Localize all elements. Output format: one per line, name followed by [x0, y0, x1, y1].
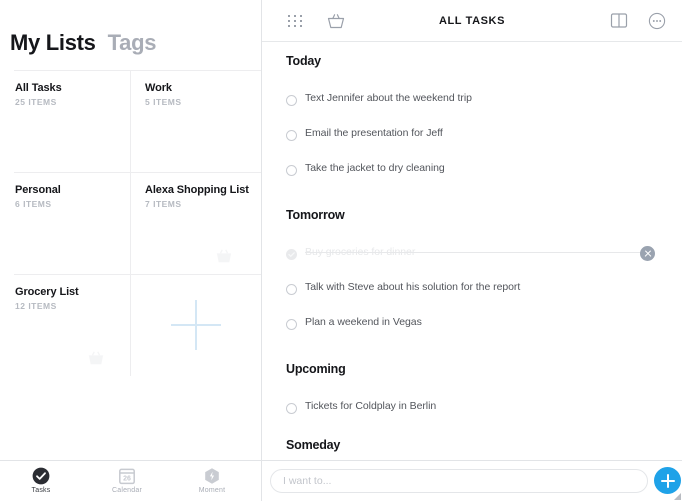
basket-icon: [88, 351, 104, 365]
list-count: 7 ITEMS: [145, 199, 182, 209]
task-label: Email the presentation for Jeff: [305, 127, 443, 139]
list-count: 5 ITEMS: [145, 97, 182, 107]
task-label: Tickets for Coldplay in Berlin: [305, 400, 437, 412]
list-cell-personal[interactable]: Personal 6 ITEMS: [1, 172, 131, 274]
task-row[interactable]: Take the jacket to dry cleaning: [262, 157, 682, 187]
tab-moment[interactable]: Moment: [177, 465, 247, 499]
task-label: Take the jacket to dry cleaning: [305, 162, 445, 174]
task-checkbox[interactable]: [286, 319, 297, 330]
task-label: Text Jennifer about the weekend trip: [305, 92, 472, 104]
list-count: 6 ITEMS: [15, 199, 52, 209]
plus-icon: [171, 324, 221, 326]
list-cell-all-tasks[interactable]: All Tasks 25 ITEMS: [1, 70, 131, 172]
task-row[interactable]: Plan a weekend in Vegas: [262, 311, 682, 341]
task-checkbox[interactable]: [286, 95, 297, 106]
section-header-today: Today: [286, 54, 321, 68]
task-label: Plan a weekend in Vegas: [305, 316, 422, 328]
task-strikethrough: [305, 252, 649, 253]
list-title: Grocery List: [15, 286, 79, 298]
section-header-tomorrow: Tomorrow: [286, 208, 345, 222]
more-options-icon[interactable]: [648, 12, 670, 30]
tab-label: Moment: [198, 487, 226, 494]
list-cell-alexa-shopping-list[interactable]: Alexa Shopping List 7 ITEMS: [131, 172, 261, 274]
tab-my-lists[interactable]: My Lists: [10, 29, 96, 57]
tab-tags[interactable]: Tags: [108, 29, 157, 57]
task-checkbox[interactable]: [286, 249, 297, 260]
section-header-upcoming: Upcoming: [286, 362, 346, 376]
sidebar-header: My Lists Tags: [10, 29, 156, 57]
add-list-button[interactable]: [131, 274, 261, 376]
basket-icon: [216, 249, 232, 263]
list-count: 12 ITEMS: [15, 301, 57, 311]
task-checkbox[interactable]: [286, 403, 297, 414]
app-window: My Lists Tags All Tasks 25 ITEMS Work 5 …: [0, 0, 682, 501]
calendar-icon: 26: [119, 468, 135, 485]
task-list: Today Text Jennifer about the weekend tr…: [262, 42, 682, 460]
check-circle-icon: [32, 467, 50, 485]
toolbar: ALL TASKS: [262, 0, 682, 41]
bottom-tab-bar: Tasks 26 Calendar Moment: [0, 461, 261, 501]
resize-grip[interactable]: [674, 493, 681, 500]
task-checkbox[interactable]: [286, 284, 297, 295]
plus-icon: [660, 479, 675, 482]
tab-calendar[interactable]: 26 Calendar: [92, 465, 162, 499]
split-view-icon[interactable]: [610, 12, 632, 30]
list-cell-grocery-list[interactable]: Grocery List 12 ITEMS: [1, 274, 131, 376]
new-task-input[interactable]: [270, 469, 648, 493]
task-row[interactable]: Text Jennifer about the weekend trip: [262, 87, 682, 117]
section-header-someday: Someday: [286, 438, 341, 452]
list-title: Work: [145, 82, 172, 94]
grid-view-icon[interactable]: [286, 12, 308, 30]
tab-label: Calendar: [111, 487, 142, 494]
task-row[interactable]: Talk with Steve about his solution for t…: [262, 276, 682, 306]
basket-icon[interactable]: [326, 12, 348, 30]
delete-task-button[interactable]: [640, 246, 655, 261]
task-label: Talk with Steve about his solution for t…: [305, 281, 521, 293]
list-count: 25 ITEMS: [15, 97, 57, 107]
task-checkbox[interactable]: [286, 165, 297, 176]
tab-label: Tasks: [31, 487, 51, 494]
task-composer: [262, 461, 682, 501]
list-cell-work[interactable]: Work 5 ITEMS: [131, 70, 261, 172]
lists-sidebar: My Lists Tags All Tasks 25 ITEMS Work 5 …: [0, 0, 261, 460]
task-row[interactable]: Buy groceries for dinner: [262, 241, 682, 271]
svg-text:26: 26: [123, 476, 131, 483]
task-row[interactable]: Email the presentation for Jeff: [262, 122, 682, 152]
tasks-panel: ALL TASKS Today Text Jennifer about the …: [262, 0, 682, 460]
lists-grid: All Tasks 25 ITEMS Work 5 ITEMS Personal…: [0, 70, 261, 410]
task-checkbox[interactable]: [286, 130, 297, 141]
list-title: All Tasks: [15, 82, 62, 94]
list-title: Alexa Shopping List: [145, 184, 249, 196]
list-title: Personal: [15, 184, 61, 196]
task-row[interactable]: Tickets for Coldplay in Berlin: [262, 395, 682, 425]
add-task-button[interactable]: [654, 467, 681, 494]
tab-tasks[interactable]: Tasks: [6, 465, 76, 499]
moment-hexagon-icon: [205, 468, 219, 484]
